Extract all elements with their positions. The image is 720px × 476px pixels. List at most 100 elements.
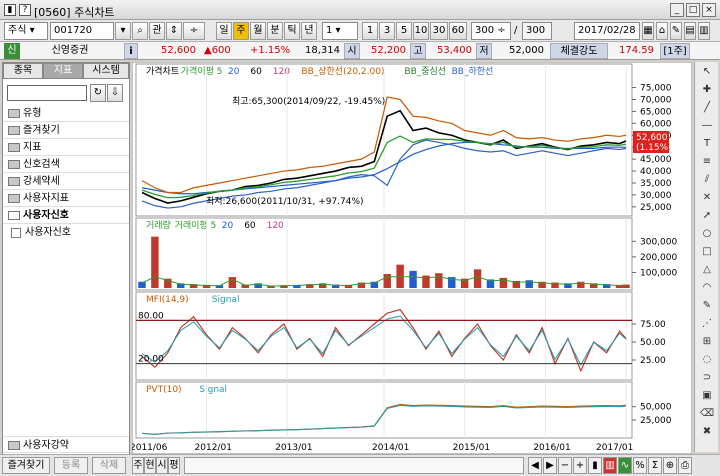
stepper-icon[interactable]: ⇕ bbox=[166, 22, 182, 40]
folder-strength[interactable]: 강세약세 bbox=[3, 173, 129, 190]
count-input[interactable]: 300 ÷ bbox=[471, 22, 511, 40]
legend-entry: Signal bbox=[212, 295, 240, 305]
fan-tool-icon[interactable]: ⋰ bbox=[698, 316, 716, 332]
register-button[interactable]: 등록 bbox=[54, 457, 88, 474]
line-tool-icon[interactable]: ╱ bbox=[698, 100, 716, 116]
arc-tool-icon[interactable]: ◠ bbox=[698, 280, 716, 296]
folder-signal-search[interactable]: 신호검색 bbox=[3, 156, 129, 173]
date-input[interactable]: 2017/02/28 ▾ bbox=[574, 22, 640, 40]
favorites-button[interactable]: 즐겨찾기 bbox=[2, 457, 50, 474]
bar-icon[interactable]: ▮ bbox=[588, 457, 602, 474]
info-icon[interactable]: i bbox=[124, 43, 138, 59]
app-icon[interactable]: ▮ bbox=[4, 4, 16, 16]
minimize-button[interactable]: _ bbox=[670, 3, 684, 17]
plus-icon[interactable]: ⊕ bbox=[663, 457, 677, 474]
folder-icon bbox=[8, 143, 20, 152]
pencil-tool-icon[interactable]: ✎ bbox=[698, 298, 716, 314]
leaf-user-signal[interactable]: 사용자신호 bbox=[3, 225, 129, 241]
company-name[interactable]: 신영증권 bbox=[24, 43, 116, 59]
refresh-icon[interactable]: ↻ bbox=[90, 84, 106, 102]
crosshair-icon[interactable]: ✚ bbox=[698, 82, 716, 98]
rect-tool-icon[interactable]: □ bbox=[698, 244, 716, 260]
interval-5[interactable]: 5 bbox=[396, 22, 412, 40]
calendar-icon[interactable]: ▦ bbox=[642, 22, 654, 40]
interval-30[interactable]: 30 bbox=[430, 22, 448, 40]
folder-user-strength[interactable]: 사용자강약 bbox=[3, 436, 129, 453]
period-month[interactable]: 월 bbox=[250, 22, 266, 40]
y-tick-label: 300,000 bbox=[640, 237, 677, 247]
circle-tool-icon[interactable]: ○ bbox=[698, 226, 716, 242]
interval-3[interactable]: 3 bbox=[379, 22, 395, 40]
chart-area[interactable]: 가격차트 가격이평 5 20 60 120 BB_상한선(20,2.00) BB_중심선 BB… bbox=[132, 62, 692, 454]
tab-time[interactable]: 시 bbox=[156, 457, 168, 474]
period-year[interactable]: 년 bbox=[301, 22, 317, 40]
chart-scrollbar[interactable] bbox=[184, 457, 524, 474]
period-week[interactable]: 주 bbox=[233, 22, 249, 40]
legend-entry: 60 bbox=[250, 67, 262, 77]
print-icon[interactable]: ⎙ bbox=[678, 457, 692, 474]
fib-tool-icon[interactable]: ≡ bbox=[698, 154, 716, 170]
interval-60[interactable]: 60 bbox=[449, 22, 467, 40]
volume-bar bbox=[435, 273, 443, 288]
folder-user-indicators[interactable]: 사용자지표 bbox=[3, 190, 129, 207]
zoom-in-icon[interactable]: + bbox=[573, 457, 587, 474]
interval-10[interactable]: 10 bbox=[413, 22, 429, 40]
tab-stocks[interactable]: 종목 bbox=[3, 63, 43, 79]
percent-icon[interactable]: % bbox=[633, 457, 647, 474]
magnet-icon[interactable]: ⊃ bbox=[698, 370, 716, 386]
market-select[interactable]: 주식 ▾ bbox=[4, 22, 48, 40]
interval-select[interactable]: 1 ▾ bbox=[322, 22, 358, 40]
y-tick-label: 200,000 bbox=[640, 253, 677, 263]
kan-button[interactable]: 관 bbox=[149, 22, 165, 40]
cycle-tool-icon[interactable]: ◌ bbox=[698, 352, 716, 368]
tab-indicators[interactable]: 지표 bbox=[43, 63, 83, 79]
triangle-tool-icon[interactable]: △ bbox=[698, 262, 716, 278]
folder-indicators[interactable]: 지표 bbox=[3, 139, 129, 156]
indicator-search-input[interactable] bbox=[7, 85, 87, 101]
table-icon[interactable]: ▥ bbox=[698, 22, 710, 40]
interval-1[interactable]: 1 bbox=[362, 22, 378, 40]
grid-icon[interactable]: ▤ bbox=[684, 22, 696, 40]
zoom-out-icon[interactable]: − bbox=[558, 457, 572, 474]
prev-icon[interactable]: ◀ bbox=[528, 457, 542, 474]
folder-open-icon bbox=[8, 211, 20, 220]
candle-icon[interactable]: ▥ bbox=[603, 457, 617, 474]
hline-tool-icon[interactable]: ― bbox=[698, 118, 716, 134]
tab-main[interactable]: 주 bbox=[132, 457, 144, 474]
folder-user-signals[interactable]: 사용자신호 bbox=[3, 207, 129, 224]
sigma-icon[interactable]: Σ bbox=[648, 457, 662, 474]
close-button[interactable]: × bbox=[702, 3, 716, 17]
download-icon[interactable]: ⇩ bbox=[107, 84, 123, 102]
tab-avg[interactable]: 평 bbox=[168, 457, 180, 474]
code-input[interactable]: 001720 bbox=[50, 22, 114, 40]
tab-system[interactable]: 시스템 bbox=[83, 63, 129, 79]
chevron-down-icon[interactable]: ▾ bbox=[115, 22, 131, 40]
lock-icon[interactable]: ▣ bbox=[698, 388, 716, 404]
cross-tool-icon[interactable]: ✕ bbox=[698, 190, 716, 206]
folder-type[interactable]: 유형 bbox=[3, 105, 129, 122]
eraser-icon[interactable]: ⌫ bbox=[698, 406, 716, 422]
spin-icon[interactable]: ÷ bbox=[183, 22, 205, 40]
home-icon[interactable]: ⌂ bbox=[656, 22, 668, 40]
unit-button[interactable]: [1주] bbox=[660, 43, 690, 59]
next-icon[interactable]: ▶ bbox=[543, 457, 557, 474]
period-minute[interactable]: 분 bbox=[267, 22, 283, 40]
legend-entry: 20 bbox=[228, 67, 240, 77]
period-tick[interactable]: 틱 bbox=[284, 22, 300, 40]
help-icon[interactable]: ? bbox=[19, 4, 31, 16]
change-percent: +1.15% bbox=[250, 45, 291, 56]
maximize-button[interactable]: □ bbox=[686, 3, 700, 17]
folder-favorites[interactable]: 즐겨찾기 bbox=[3, 122, 129, 139]
gann-tool-icon[interactable]: ⊞ bbox=[698, 334, 716, 350]
period-day[interactable]: 일 bbox=[216, 22, 232, 40]
search-icon[interactable]: ⌕ bbox=[132, 22, 148, 40]
tools-icon[interactable]: ✎ bbox=[670, 22, 682, 40]
arrow-tool-icon[interactable]: ➚ bbox=[698, 208, 716, 224]
cursor-icon[interactable]: ↖ bbox=[698, 64, 716, 80]
channel-tool-icon[interactable]: ⫽ bbox=[698, 172, 716, 188]
tab-current[interactable]: 현 bbox=[144, 457, 156, 474]
line-icon[interactable]: ∿ bbox=[618, 457, 632, 474]
trash-icon[interactable]: ✖ bbox=[698, 424, 716, 440]
text-tool-icon[interactable]: T bbox=[698, 136, 716, 152]
delete-button[interactable]: 삭제 bbox=[92, 457, 126, 474]
